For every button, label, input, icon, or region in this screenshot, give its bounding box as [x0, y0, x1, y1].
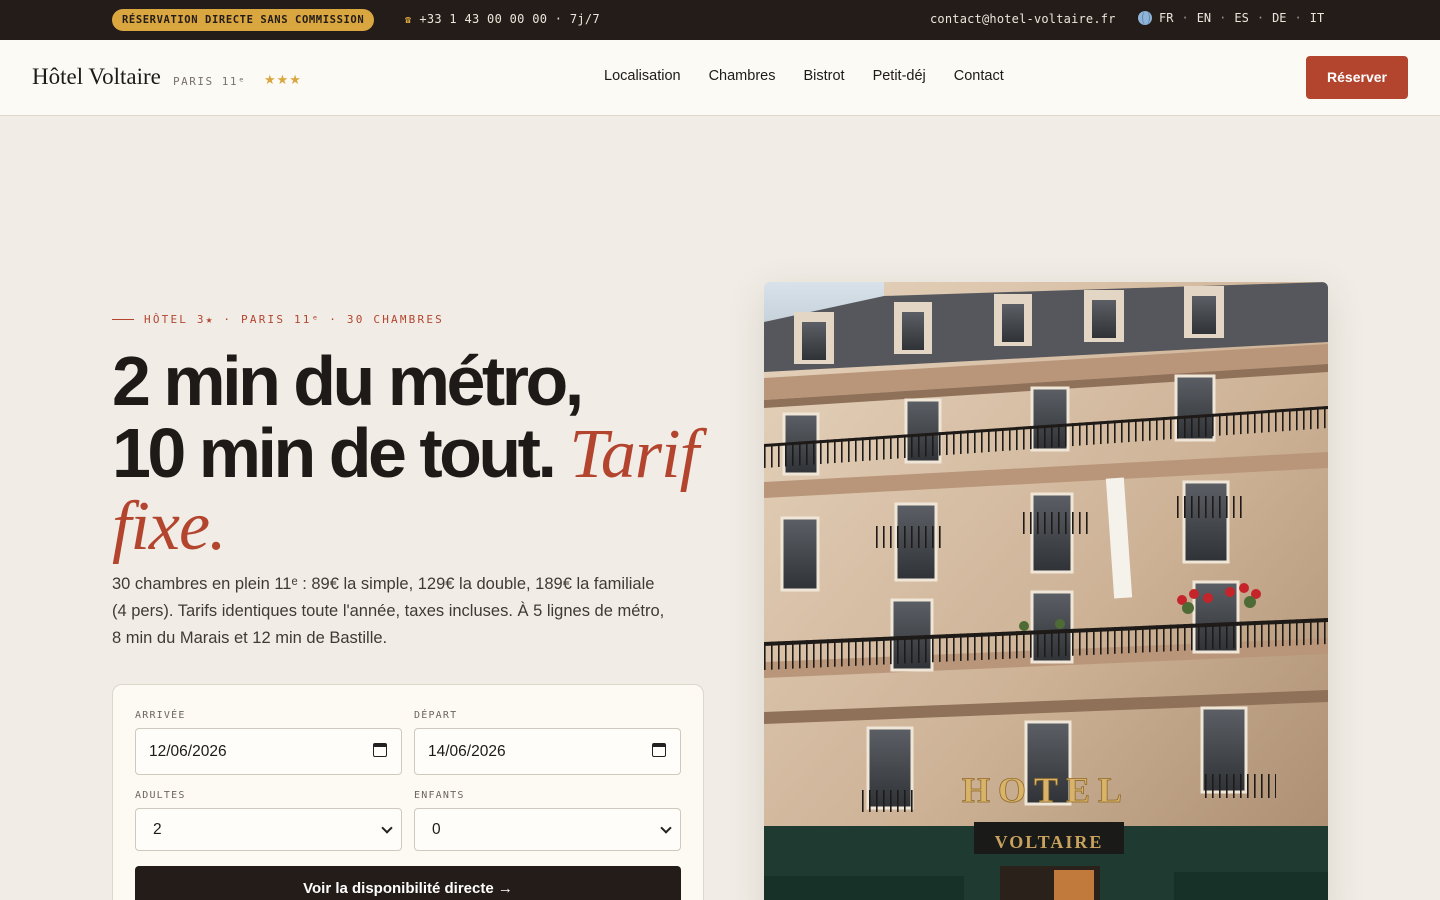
- lang-fr[interactable]: FR: [1159, 11, 1173, 25]
- departure-date-input[interactable]: 14/06/2026: [414, 728, 681, 775]
- arrival-date-input[interactable]: 12/06/2026: [135, 728, 402, 775]
- phone-text: +33 1 43 00 00 00 · 7j/7: [419, 12, 600, 26]
- hero-eyebrow: HÔTEL 3★ · PARIS 11ᵉ · 30 CHAMBRES: [112, 313, 444, 326]
- lang-separator: ·: [1256, 11, 1265, 25]
- site-header: Hôtel Voltaire PARIS 11ᵉ ★★★ Localisatio…: [0, 40, 1440, 116]
- phone-icon: ☎: [405, 15, 412, 26]
- commission-badge: RÉSERVATION DIRECTE SANS COMMISSION: [112, 9, 375, 31]
- globe-icon: [1138, 11, 1152, 25]
- adults-select[interactable]: 2: [135, 808, 402, 851]
- chevron-down-icon: [381, 822, 393, 834]
- lang-separator: ·: [1219, 11, 1227, 25]
- children-label: ENFANTS: [414, 790, 465, 801]
- headline-line-1: 2 min du métro,: [112, 342, 584, 420]
- departure-value: 14/06/2026: [428, 742, 506, 760]
- booking-form: ARRIVÉE 12/06/2026 DÉPART 14/06/2026 ADU…: [112, 684, 704, 900]
- hotel-logo[interactable]: Hôtel Voltaire: [32, 64, 161, 90]
- hotel-facade-photo: HOTEL VOLTAIRE: [764, 282, 1328, 900]
- chevron-down-icon: [660, 822, 672, 834]
- lang-de[interactable]: DE: [1272, 11, 1286, 25]
- lang-it[interactable]: IT: [1310, 11, 1324, 25]
- nav-chambres[interactable]: Chambres: [709, 68, 776, 84]
- main-nav: Localisation Chambres Bistrot Petit-déj …: [604, 68, 1004, 84]
- top-bar: RÉSERVATION DIRECTE SANS COMMISSION ☎ +33…: [0, 0, 1440, 40]
- headline-line-2: 10 min de tout.: [112, 414, 557, 492]
- check-availability-button[interactable]: Voir la disponibilité directe →: [135, 866, 681, 900]
- headline-accent-2: fixe.: [112, 488, 227, 565]
- children-select[interactable]: 0: [414, 808, 681, 851]
- calendar-icon[interactable]: [652, 743, 666, 757]
- adults-label: ADULTES: [135, 790, 186, 801]
- headline-accent-1: Tarif: [569, 416, 699, 493]
- calendar-icon[interactable]: [373, 743, 387, 757]
- lang-separator: ·: [1294, 11, 1302, 25]
- lang-es[interactable]: ES: [1234, 11, 1248, 25]
- lang-en[interactable]: EN: [1197, 11, 1211, 25]
- phone-contact[interactable]: ☎ +33 1 43 00 00 00 · 7j/7: [405, 12, 600, 26]
- nav-petit-dej[interactable]: Petit-déj: [873, 68, 926, 84]
- reserve-button[interactable]: Réserver: [1306, 56, 1408, 99]
- language-switcher: FR · EN · ES · DE · IT: [1138, 11, 1324, 25]
- email-link[interactable]: contact@hotel-voltaire.fr: [930, 12, 1116, 26]
- hero-description: 30 chambres en plein 11ᵉ : 89€ la simple…: [112, 575, 665, 647]
- facade-illustration: HOTEL VOLTAIRE: [764, 282, 1328, 900]
- adults-value: 2: [153, 820, 162, 838]
- departure-label: DÉPART: [414, 710, 458, 721]
- arrival-value: 12/06/2026: [149, 742, 227, 760]
- lang-separator: ·: [1181, 11, 1189, 25]
- nav-contact[interactable]: Contact: [954, 68, 1004, 84]
- nav-bistrot[interactable]: Bistrot: [803, 68, 844, 84]
- sign-hotel: HOTEL: [962, 770, 1130, 810]
- nav-localisation[interactable]: Localisation: [604, 68, 681, 84]
- sign-voltaire: VOLTAIRE: [995, 832, 1104, 852]
- headline-line-2-wrap: 10 min de tout. Tarif: [112, 417, 712, 491]
- star-rating: ★★★: [264, 72, 302, 87]
- arrival-label: ARRIVÉE: [135, 710, 186, 721]
- eyebrow-rule: [112, 319, 134, 320]
- hero-headline: 2 min du métro, 10 min de tout. Tarif fi…: [112, 345, 712, 563]
- logo-location: PARIS 11ᵉ: [173, 75, 247, 88]
- children-value: 0: [432, 820, 441, 838]
- eyebrow-text: HÔTEL 3★ · PARIS 11ᵉ · 30 CHAMBRES: [144, 313, 444, 326]
